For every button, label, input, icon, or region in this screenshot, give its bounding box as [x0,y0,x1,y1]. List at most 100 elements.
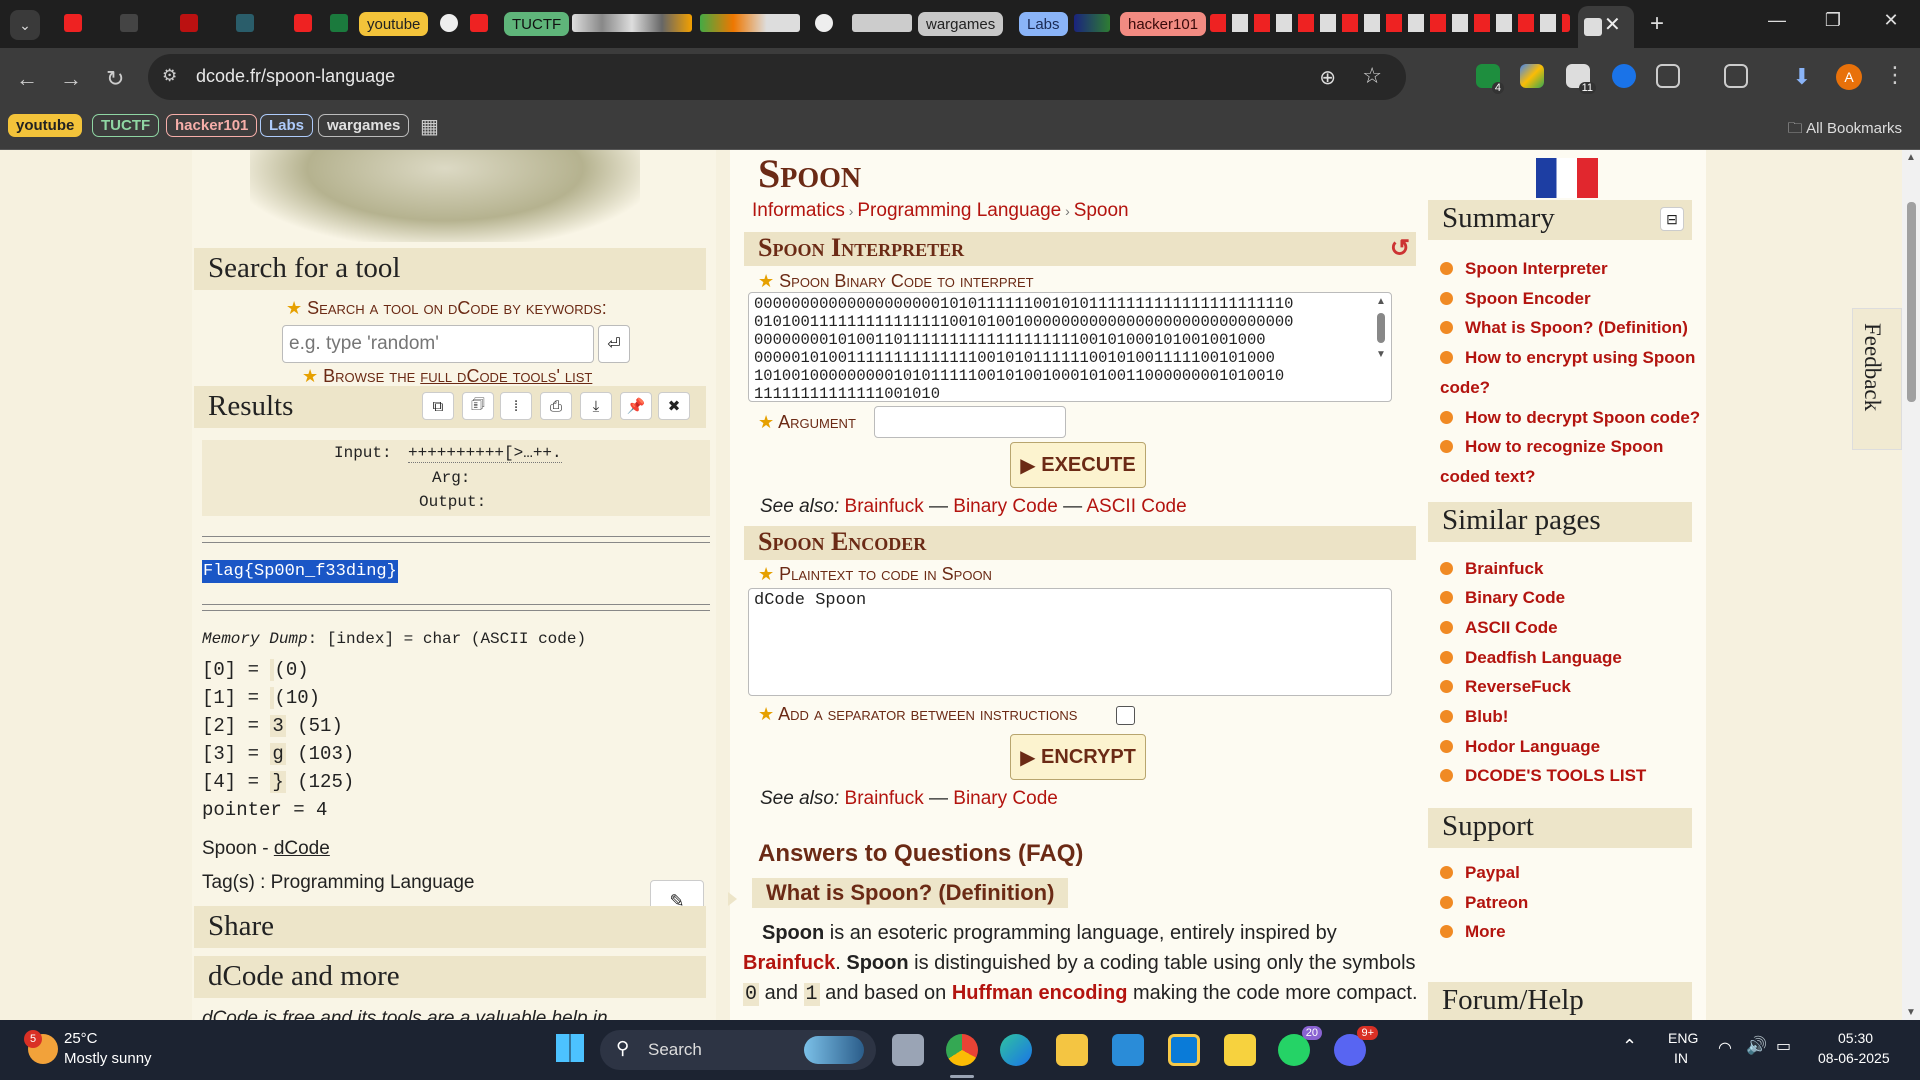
url-text[interactable]: dcode.fr/spoon-language [196,66,395,87]
download-icon[interactable]: ⬇ [1790,64,1814,89]
tab-icons-cluster[interactable] [1074,14,1110,32]
link-ascii-code[interactable]: ASCII Code [1086,496,1186,517]
support-link[interactable]: Patreon [1440,888,1710,918]
page-scroll-thumb[interactable] [1907,202,1916,402]
tab-icons-cluster[interactable] [1210,14,1570,32]
tab-icon[interactable] [236,14,254,32]
tab-icon[interactable] [470,14,488,32]
summary-link[interactable]: Spoon Interpreter [1440,254,1710,284]
active-tab[interactable]: ✕ [1578,6,1634,48]
scroll-thumb[interactable] [1377,313,1385,343]
tab-icons-cluster[interactable] [852,14,912,32]
windows-start-icon[interactable] [556,1034,584,1062]
apps-grid-icon[interactable]: ▦ [420,114,439,139]
address-bar[interactable]: ⚙ dcode.fr/spoon-language ⊕ ☆ [148,54,1406,100]
clock-time[interactable]: 05:30 [1838,1030,1873,1046]
breadcrumb-programming-language[interactable]: Programming Language [857,200,1061,221]
save-icon[interactable]: 🗊 [462,392,494,420]
feedback-tab[interactable]: Feedback [1852,308,1902,450]
binary-code-textarea[interactable]: 0000000000000000000010101111110010101111… [748,292,1392,402]
summary-link[interactable]: How to decrypt Spoon code? [1440,403,1710,433]
scroll-up-icon[interactable]: ▲ [1906,152,1916,163]
tab-icons-cluster[interactable] [700,14,800,32]
youtube-tab-icon[interactable] [64,14,82,32]
tab-group-youtube[interactable]: youtube [359,12,429,36]
faq-link-brainfuck[interactable]: Brainfuck [743,952,835,974]
summary-link[interactable]: What is Spoon? (Definition) [1440,313,1710,343]
minimize-icon[interactable]: — [1762,10,1792,31]
menu-icon[interactable]: ⋮ [1884,62,1906,88]
back-icon[interactable]: ← [16,66,38,92]
tab-group-tuctf[interactable]: TUCTF [504,12,570,36]
language-primary[interactable]: ENG [1668,1030,1698,1046]
link-brainfuck[interactable]: Brainfuck [845,788,924,809]
full-tools-list-link[interactable]: full dCode tools' list [420,366,592,386]
similar-link[interactable]: DCODE'S TOOLS LIST [1440,761,1710,791]
tab-icon[interactable] [120,14,138,32]
bookmark-hacker101[interactable]: hacker101 [166,114,258,137]
github-tab-icon[interactable] [440,14,458,32]
print-icon[interactable]: ⎙ [540,392,572,420]
edge-icon[interactable] [1000,1034,1032,1066]
page-scrollbar[interactable]: ▲ ▼ [1902,150,1920,1020]
link-binary-code[interactable]: Binary Code [953,788,1058,809]
execute-button[interactable]: ▶ EXECUTE [1010,442,1146,488]
breadcrumb-informatics[interactable]: Informatics [752,200,845,221]
collapse-summary-icon[interactable]: ⊟ [1660,207,1684,231]
french-flag-icon[interactable] [1536,158,1598,198]
columns-icon[interactable]: ⦙ [500,392,532,420]
extensions-puzzle-icon[interactable] [1656,64,1680,88]
all-bookmarks[interactable]: 🗀 All Bookmarks [1788,118,1902,143]
scroll-up-icon[interactable]: ▲ [1374,296,1388,307]
similar-link[interactable]: Brainfuck [1440,554,1710,584]
sticky-notes-icon[interactable] [1224,1034,1256,1066]
support-link[interactable]: More [1440,917,1710,947]
link-brainfuck[interactable]: Brainfuck [845,496,924,517]
weather-icon[interactable]: 5 [24,1030,58,1064]
breadcrumb-spoon[interactable]: Spoon [1074,200,1129,221]
maximize-icon[interactable]: ❐ [1818,10,1848,31]
encrypt-button[interactable]: ▶ ENCRYPT [1010,734,1146,780]
similar-link[interactable]: Blub! [1440,702,1710,732]
bookmark-star-icon[interactable]: ☆ [1362,63,1382,89]
tab-group-labs[interactable]: Labs [1019,12,1068,36]
search-tool-input[interactable] [282,325,594,363]
argument-input[interactable] [874,406,1066,438]
similar-link[interactable]: Hodor Language [1440,732,1710,762]
bookmark-tuctf[interactable]: TUCTF [92,114,160,137]
faq-link-huffman[interactable]: Huffman encoding [952,982,1128,1004]
tab-icons-cluster[interactable] [572,14,692,32]
copy-icon[interactable]: ⧉ [422,392,454,420]
chevron-up-icon[interactable]: ⌃ [1622,1036,1637,1057]
summary-link[interactable]: How to recognize Spoon coded text? [1440,432,1710,492]
snipping-tool-icon[interactable] [1168,1034,1200,1066]
tab-group-wargames[interactable]: wargames [918,12,1004,36]
tab-search-button[interactable]: ⌄ [10,10,40,40]
battery-icon[interactable]: ▭ [1776,1036,1791,1056]
similar-link[interactable]: ReverseFuck [1440,672,1710,702]
language-region[interactable]: IN [1674,1050,1688,1066]
summary-link[interactable]: How to encrypt using Spoon code? [1440,343,1710,403]
similar-link[interactable]: Binary Code [1440,583,1710,613]
new-tab-button[interactable]: + [1650,10,1664,38]
tab-icon[interactable] [330,14,348,32]
scroll-down-icon[interactable]: ▼ [1906,1007,1916,1018]
task-view-icon[interactable] [892,1034,924,1066]
screenshot-icon[interactable] [1724,64,1748,88]
bookmark-youtube[interactable]: youtube [8,114,83,137]
reset-icon[interactable]: ↺ [1390,234,1410,263]
close-results-icon[interactable]: ✖ [658,392,690,420]
whatsapp-icon[interactable]: 20 [1278,1026,1322,1066]
wifi-icon[interactable]: ◠ [1718,1038,1732,1058]
bookmark-labs[interactable]: Labs [260,114,314,137]
reload-icon[interactable]: ↻ [106,66,124,92]
github-tab-icon[interactable] [815,14,833,32]
clock-date[interactable]: 08-06-2025 [1818,1050,1890,1066]
bookmark-wargames[interactable]: wargames [318,114,410,137]
support-link[interactable]: Paypal [1440,858,1710,888]
link-binary-code[interactable]: Binary Code [953,496,1058,517]
flag-output[interactable]: Flag{Sp00n_f33ding} [202,560,398,583]
file-explorer-icon[interactable] [1056,1034,1088,1066]
close-window-icon[interactable]: ✕ [1876,10,1906,31]
extension-icon[interactable]: 4 [1476,64,1504,94]
